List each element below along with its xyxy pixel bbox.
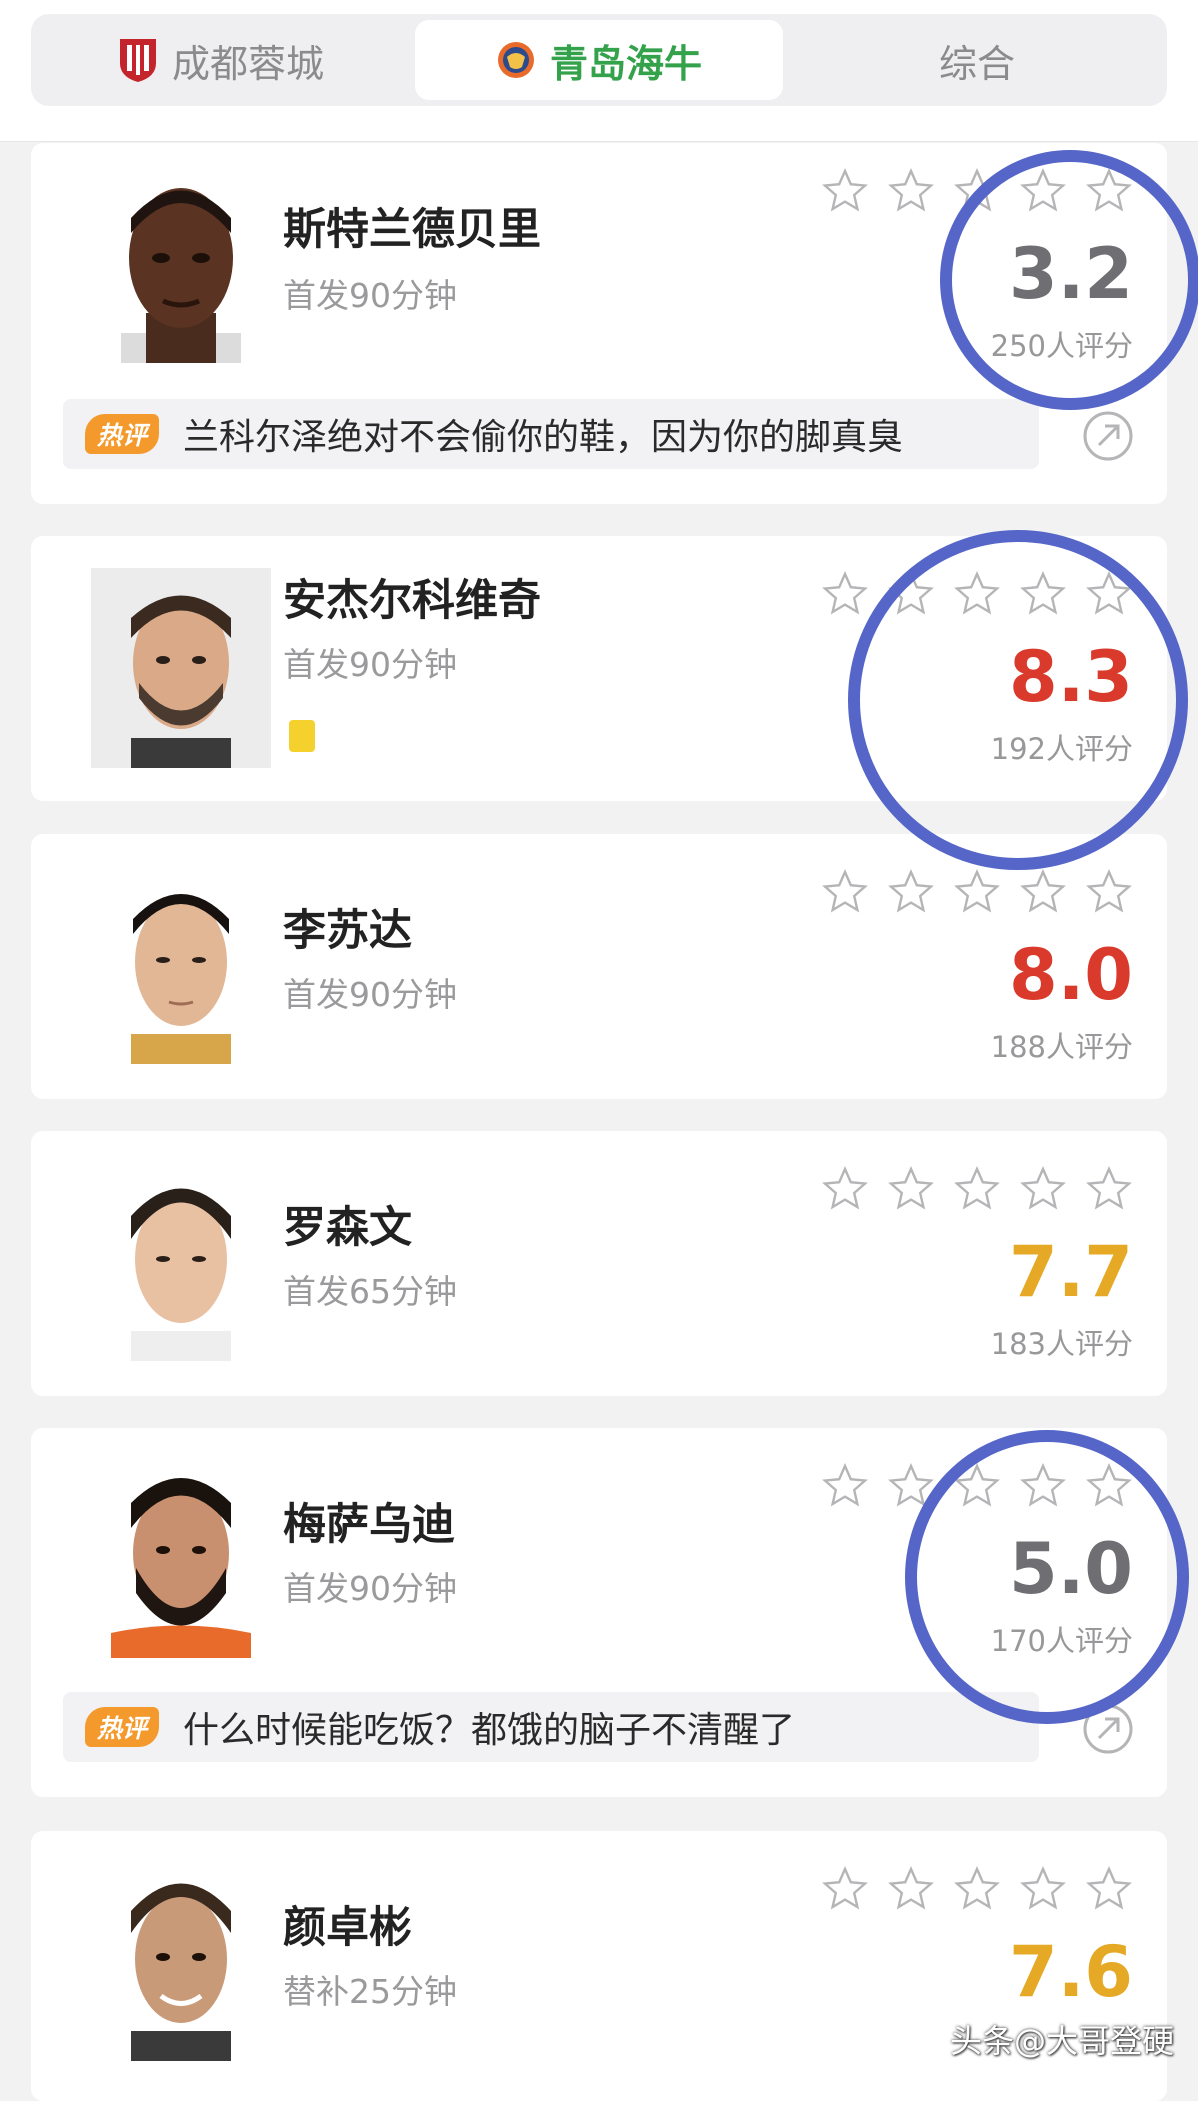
share-icon[interactable] [1081,409,1135,463]
player-avatar [91,568,271,768]
annotation-circle [848,530,1188,870]
rating-stars[interactable] [821,868,1133,916]
star-icon[interactable] [1019,868,1067,916]
tab-label: 综合 [938,41,1015,86]
player-card[interactable]: 李苏达 首发90分钟 8.0 188人评分 [31,834,1167,1099]
team-tab-bar: 成都蓉城 青岛海牛 综合 [0,0,1198,142]
player-name: 斯特兰德贝里 [283,205,541,255]
star-icon[interactable] [953,868,1001,916]
rater-count: 188人评分 [990,1030,1133,1064]
player-avatar [121,188,241,363]
player-card[interactable]: 罗森文 首发65分钟 7.7 183人评分 [31,1131,1167,1396]
player-minutes: 首发90分钟 [283,975,457,1014]
player-score: 7.6 [1008,1931,1133,2013]
player-avatar [111,1478,251,1658]
star-icon[interactable] [887,167,935,215]
player-minutes: 首发90分钟 [283,645,457,684]
rater-count: 183人评分 [990,1327,1133,1361]
player-avatar [131,1188,231,1361]
hot-comment[interactable]: 热评 什么时候能吃饭？都饿的脑子不清醒了 [63,1692,1039,1762]
star-icon[interactable] [821,1462,869,1510]
player-minutes: 首发65分钟 [283,1272,457,1311]
star-icon[interactable] [953,1865,1001,1913]
hot-comment-badge: 热评 [85,414,159,454]
player-score: 8.0 [1008,934,1133,1016]
annotation-circle [905,1430,1189,1724]
star-icon[interactable] [821,868,869,916]
comment-text: 兰科尔泽绝对不会偷你的鞋，因为你的脚真臭 [183,417,904,458]
qingdao-badge-icon [496,37,536,83]
rating-stars[interactable] [821,1165,1133,1213]
hot-comment-badge: 热评 [85,1707,159,1747]
player-name: 安杰尔科维奇 [283,576,541,626]
star-icon[interactable] [953,1165,1001,1213]
comment-text: 什么时候能吃饭？都饿的脑子不清醒了 [183,1710,796,1751]
rating-stars[interactable] [821,1865,1133,1913]
player-minutes: 首发90分钟 [283,1569,457,1608]
watermark: 头条@大哥登硬 [950,2022,1175,2060]
star-icon[interactable] [1019,1165,1067,1213]
star-icon[interactable] [1019,1865,1067,1913]
player-name: 梅萨乌迪 [283,1500,455,1550]
yellow-card-icon [289,720,315,752]
player-name: 罗森文 [283,1203,412,1253]
annotation-circle [940,150,1198,410]
player-avatar [131,894,231,1064]
star-icon[interactable] [821,570,869,618]
tab-qingdao[interactable]: 青岛海牛 [415,20,783,100]
tab-group: 成都蓉城 青岛海牛 综合 [31,14,1167,106]
tab-chengdu[interactable]: 成都蓉城 [37,20,405,100]
player-minutes: 替补25分钟 [283,1972,457,2011]
hot-comment[interactable]: 热评 兰科尔泽绝对不会偷你的鞋，因为你的脚真臭 [63,399,1039,469]
star-icon[interactable] [821,1865,869,1913]
player-avatar [131,1883,231,2061]
tab-overall[interactable]: 综合 [793,20,1161,100]
star-icon[interactable] [887,1165,935,1213]
player-name: 李苏达 [283,906,412,956]
chengdu-shield-icon [118,37,158,83]
player-score: 7.7 [1008,1231,1133,1313]
star-icon[interactable] [1085,1865,1133,1913]
star-icon[interactable] [887,868,935,916]
star-icon[interactable] [821,1165,869,1213]
player-minutes: 首发90分钟 [283,276,457,315]
tab-label: 青岛海牛 [549,41,702,86]
star-icon[interactable] [887,1865,935,1913]
star-icon[interactable] [1085,868,1133,916]
player-name: 颜卓彬 [283,1903,412,1953]
star-icon[interactable] [821,167,869,215]
star-icon[interactable] [1085,1165,1133,1213]
tab-label: 成都蓉城 [171,41,324,86]
